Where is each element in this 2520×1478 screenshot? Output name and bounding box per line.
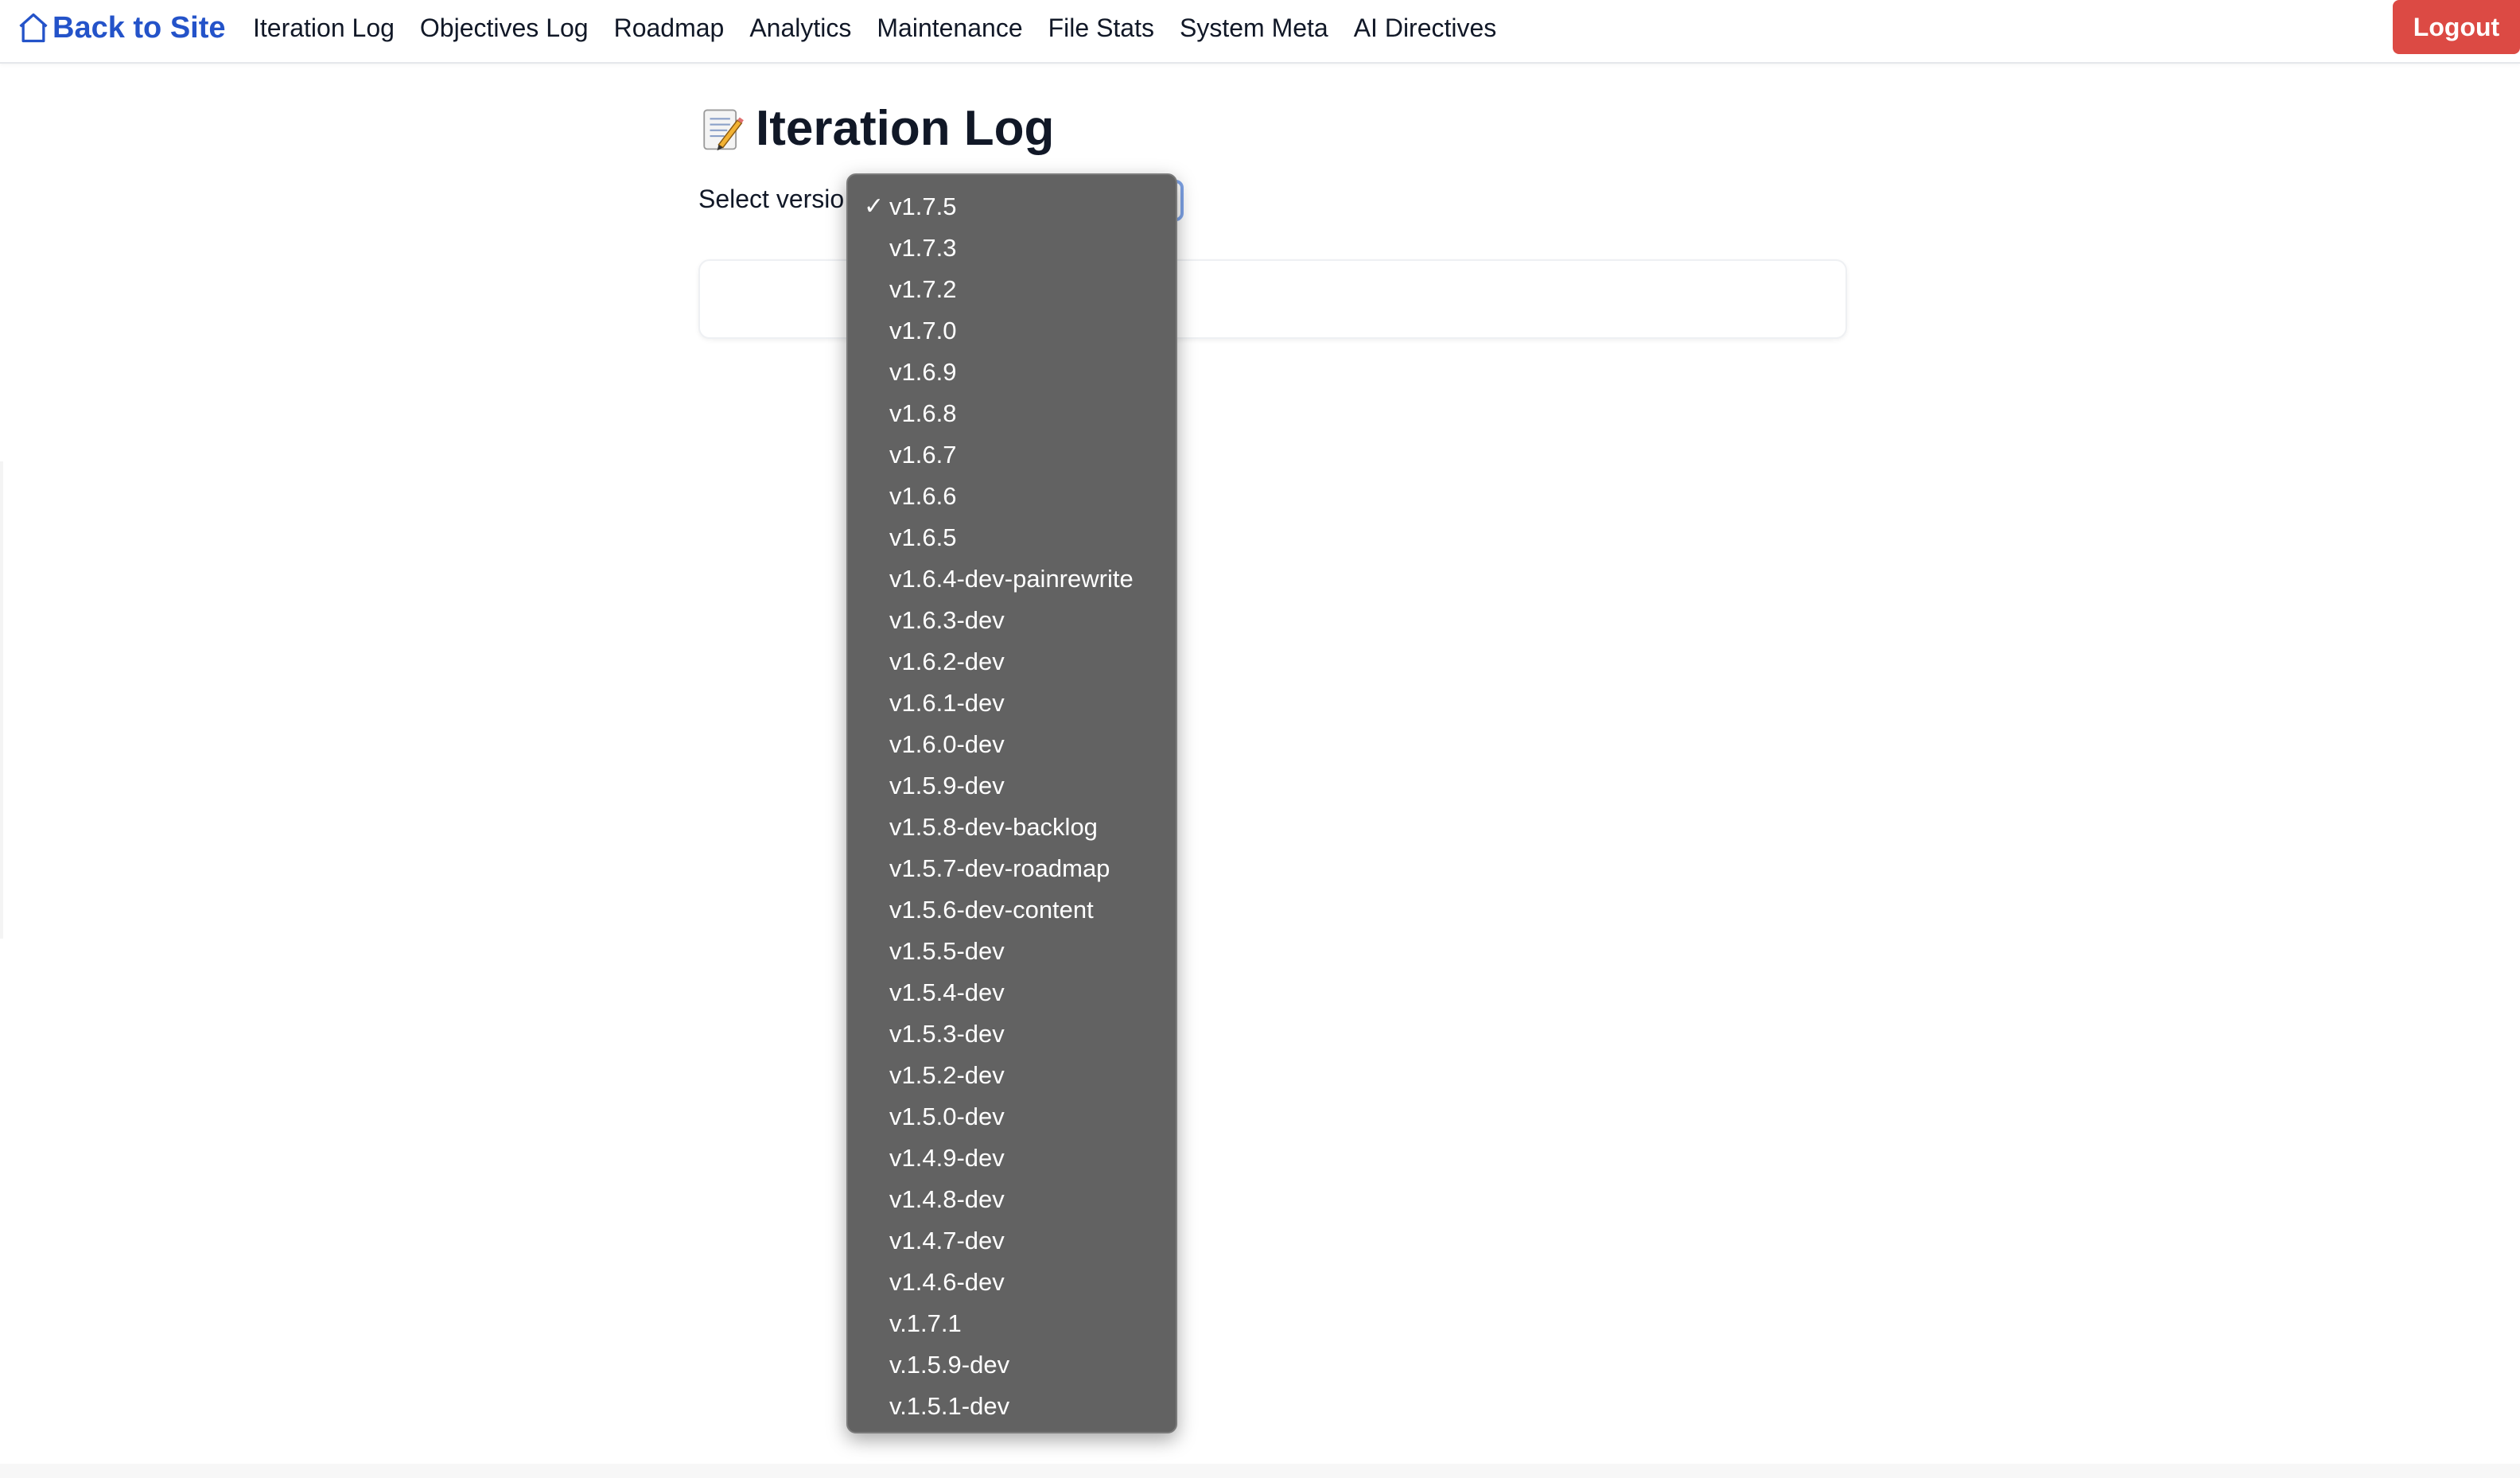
logout-button[interactable]: Logout bbox=[2393, 0, 2520, 54]
version-option[interactable]: v1.5.7-dev-roadmap bbox=[848, 848, 1176, 889]
version-option[interactable]: v1.6.7 bbox=[848, 434, 1176, 476]
version-option[interactable]: v1.4.7-dev bbox=[848, 1220, 1176, 1262]
version-option[interactable]: v1.4.6-dev bbox=[848, 1262, 1176, 1303]
version-option[interactable]: v1.5.4-dev bbox=[848, 972, 1176, 1013]
page-title-text: Iteration Log bbox=[756, 101, 1055, 156]
version-option[interactable]: v1.6.1-dev bbox=[848, 683, 1176, 724]
version-option[interactable]: v1.5.0-dev bbox=[848, 1096, 1176, 1138]
home-icon bbox=[16, 10, 51, 45]
version-option[interactable]: v1.6.3-dev bbox=[848, 600, 1176, 641]
version-option[interactable]: v.1.7.1 bbox=[848, 1303, 1176, 1344]
version-option[interactable]: v1.6.0-dev bbox=[848, 724, 1176, 765]
page-title: Iteration Log bbox=[698, 100, 1054, 157]
version-option[interactable]: v1.5.6-dev-content bbox=[848, 889, 1176, 931]
version-option[interactable]: v1.5.2-dev bbox=[848, 1055, 1176, 1096]
nav-link-objectives-log[interactable]: Objectives Log bbox=[420, 14, 589, 43]
version-option[interactable]: v1.5.8-dev-backlog bbox=[848, 807, 1176, 848]
version-option[interactable]: v1.6.2-dev bbox=[848, 641, 1176, 683]
version-option-selected[interactable]: ✓ v1.7.5 bbox=[848, 186, 1176, 228]
nav-link-maintenance[interactable]: Maintenance bbox=[877, 14, 1022, 43]
nav-link-analytics[interactable]: Analytics bbox=[749, 14, 851, 43]
version-option[interactable]: v1.4.8-dev bbox=[848, 1179, 1176, 1220]
back-to-site-link[interactable]: Back to Site bbox=[16, 10, 226, 46]
memo-icon bbox=[698, 106, 745, 152]
page: Back to Site Iteration Log Objectives Lo… bbox=[0, 0, 2520, 1478]
version-option[interactable]: v1.6.5 bbox=[848, 517, 1176, 558]
version-option[interactable]: v.1.5.1-dev bbox=[848, 1386, 1176, 1427]
version-option-label: v1.7.5 bbox=[889, 193, 957, 220]
version-option[interactable]: v1.6.4-dev-painrewrite bbox=[848, 558, 1176, 600]
version-option[interactable]: v1.4.9-dev bbox=[848, 1138, 1176, 1179]
version-option[interactable]: v1.5.3-dev bbox=[848, 1013, 1176, 1055]
version-option[interactable]: v1.5.5-dev bbox=[848, 931, 1176, 972]
nav-link-roadmap[interactable]: Roadmap bbox=[614, 14, 725, 43]
bottom-strip bbox=[0, 1464, 2520, 1478]
version-option[interactable]: v1.6.8 bbox=[848, 393, 1176, 434]
nav-links: Iteration Log Objectives Log Roadmap Ana… bbox=[253, 10, 1522, 46]
nav-link-system-meta[interactable]: System Meta bbox=[1180, 14, 1328, 43]
version-option[interactable]: v1.7.2 bbox=[848, 269, 1176, 310]
version-option[interactable]: v1.6.9 bbox=[848, 352, 1176, 393]
version-option[interactable]: v1.6.6 bbox=[848, 476, 1176, 517]
nav-link-file-stats[interactable]: File Stats bbox=[1048, 14, 1154, 43]
back-to-site-label: Back to Site bbox=[52, 10, 226, 45]
nav-link-ai-directives[interactable]: AI Directives bbox=[1354, 14, 1497, 43]
top-nav: Back to Site Iteration Log Objectives Lo… bbox=[0, 0, 2520, 64]
select-version-label: Select versio bbox=[698, 185, 845, 213]
version-option[interactable]: v.1.5.9-dev bbox=[848, 1344, 1176, 1386]
version-option[interactable]: v1.5.9-dev bbox=[848, 765, 1176, 807]
checkmark-icon: ✓ bbox=[864, 193, 885, 220]
left-edge-shadow bbox=[0, 461, 3, 939]
version-option[interactable]: v1.7.0 bbox=[848, 310, 1176, 352]
version-option[interactable]: v1.7.3 bbox=[848, 228, 1176, 269]
version-dropdown-list[interactable]: ✓ v1.7.5 v1.7.3 v1.7.2 v1.7.0 v1.6.9 v1.… bbox=[846, 173, 1177, 1433]
nav-link-iteration-log[interactable]: Iteration Log bbox=[253, 14, 395, 43]
